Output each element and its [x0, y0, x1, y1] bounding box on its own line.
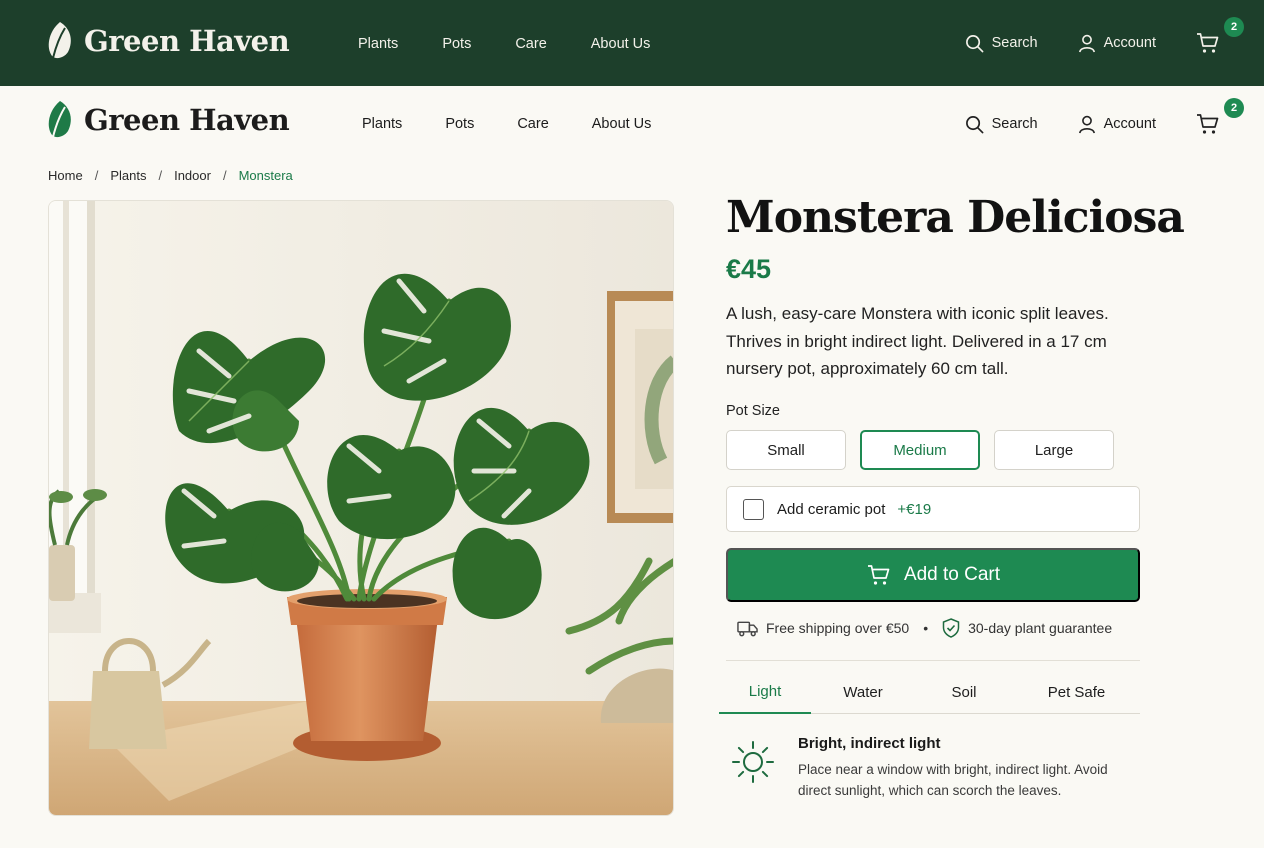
product-price: €45	[726, 254, 772, 284]
size-option-medium[interactable]: Medium	[860, 430, 980, 470]
header-tools-light: Search Account 2	[925, 98, 1244, 136]
product-title: Monstera Deliciosa	[726, 192, 1185, 243]
perk-separator: •	[923, 620, 929, 636]
account-button[interactable]: Account	[1078, 115, 1156, 134]
cart-icon	[1197, 33, 1219, 53]
tab-water[interactable]: Water	[811, 670, 915, 714]
product-description: A lush, easy-care Monstera with iconic s…	[726, 304, 1109, 378]
cart-icon	[1197, 114, 1219, 134]
care-info-heading: Bright, indirect light	[798, 735, 941, 752]
add-to-cart-button[interactable]: Add to Cart	[726, 548, 1140, 602]
guarantee-perk: 30-day plant guarantee	[942, 618, 1112, 638]
brand-name-light: Green Haven	[84, 103, 290, 137]
truck-icon	[737, 621, 758, 636]
search-icon	[965, 115, 984, 133]
add-to-cart-label: Add to Cart	[903, 564, 1001, 585]
account-button[interactable]: Account	[1078, 34, 1156, 53]
site-header-dark: Green Haven Plants Pots Care About Us Se…	[0, 0, 1264, 86]
main-nav: Plants Pots Care About Us	[358, 36, 694, 52]
breadcrumb: Home / Plants / Indoor / Monstera	[48, 168, 293, 183]
cart-button[interactable]: 2	[1196, 17, 1244, 55]
breadcrumb-indoor[interactable]: Indoor	[174, 168, 211, 183]
leaf-logo-icon	[48, 101, 71, 138]
sun-icon	[732, 741, 774, 783]
breadcrumb-home[interactable]: Home	[48, 168, 83, 183]
search-label: Search	[991, 35, 1038, 51]
shipping-text: Free shipping over €50	[766, 620, 910, 636]
nav-item-plants[interactable]: Plants	[362, 116, 402, 132]
nav-item-pots[interactable]: Pots	[445, 116, 474, 132]
ceramic-pot-addon[interactable]: Add ceramic pot +€19	[726, 486, 1140, 532]
cart-count-badge: 2	[1224, 17, 1244, 37]
size-option-large[interactable]: Large	[994, 430, 1114, 470]
guarantee-text: 30-day plant guarantee	[968, 620, 1113, 636]
cart-button[interactable]: 2	[1196, 98, 1244, 136]
nav-item-about-us[interactable]: About Us	[591, 36, 651, 52]
header-tools: Search Account 2	[925, 17, 1244, 55]
care-info-text: Bright, indirect light Place near a wind…	[798, 735, 1128, 801]
brand-name: Green Haven	[84, 24, 290, 58]
addon-label: Add ceramic pot	[777, 500, 886, 518]
nav-item-pots[interactable]: Pots	[442, 36, 471, 52]
care-info-body: Place near a window with bright, indirec…	[798, 762, 1108, 798]
monstera-plant-image	[49, 201, 673, 815]
brand-logo-light[interactable]: Green Haven	[46, 99, 290, 141]
size-option-small[interactable]: Small	[726, 430, 846, 470]
nav-item-about-us[interactable]: About Us	[592, 116, 652, 132]
breadcrumb-separator: /	[158, 168, 163, 183]
account-label: Account	[1103, 116, 1156, 132]
leaf-logo-icon	[48, 22, 71, 59]
brand-logo[interactable]: Green Haven	[46, 20, 290, 62]
addon-price: +€19	[897, 500, 932, 518]
cart-count-badge: 2	[1224, 98, 1244, 118]
search-icon	[965, 34, 984, 52]
tab-light[interactable]: Light	[719, 670, 811, 714]
main-nav-light: Plants Pots Care About Us	[362, 116, 694, 132]
search-label: Search	[991, 116, 1038, 132]
ceramic-pot-checkbox[interactable]	[743, 498, 764, 520]
purchase-perks: Free shipping over €50 • 30-day plant gu…	[737, 618, 1112, 638]
tab-pet-safe[interactable]: Pet Safe	[1013, 670, 1140, 714]
search-button[interactable]: Search	[965, 115, 1038, 134]
breadcrumb-separator: /	[94, 168, 99, 183]
breadcrumb-plants[interactable]: Plants	[110, 168, 146, 183]
shipping-perk: Free shipping over €50	[737, 620, 909, 637]
user-icon	[1078, 34, 1095, 52]
site-header-light: Green Haven Plants Pots Care About Us Se…	[0, 86, 1264, 160]
pot-size-label: Pot Size	[726, 403, 780, 419]
pot-size-selector: Small Medium Large	[726, 430, 1114, 470]
account-label: Account	[1103, 35, 1156, 51]
nav-item-care[interactable]: Care	[517, 116, 548, 132]
breadcrumb-separator: /	[222, 168, 227, 183]
cart-icon	[867, 565, 890, 585]
tab-soil[interactable]: Soil	[915, 670, 1013, 714]
user-icon	[1078, 115, 1095, 133]
shield-check-icon	[942, 618, 960, 638]
nav-item-care[interactable]: Care	[515, 36, 546, 52]
divider	[726, 660, 1140, 661]
nav-item-plants[interactable]: Plants	[358, 36, 398, 52]
search-button[interactable]: Search	[965, 34, 1038, 53]
care-tabs: Light Water Soil Pet Safe	[719, 670, 1140, 714]
breadcrumb-current: Monstera	[238, 168, 293, 183]
product-image[interactable]	[48, 200, 674, 816]
care-info-panel: Bright, indirect light Place near a wind…	[730, 735, 1128, 801]
